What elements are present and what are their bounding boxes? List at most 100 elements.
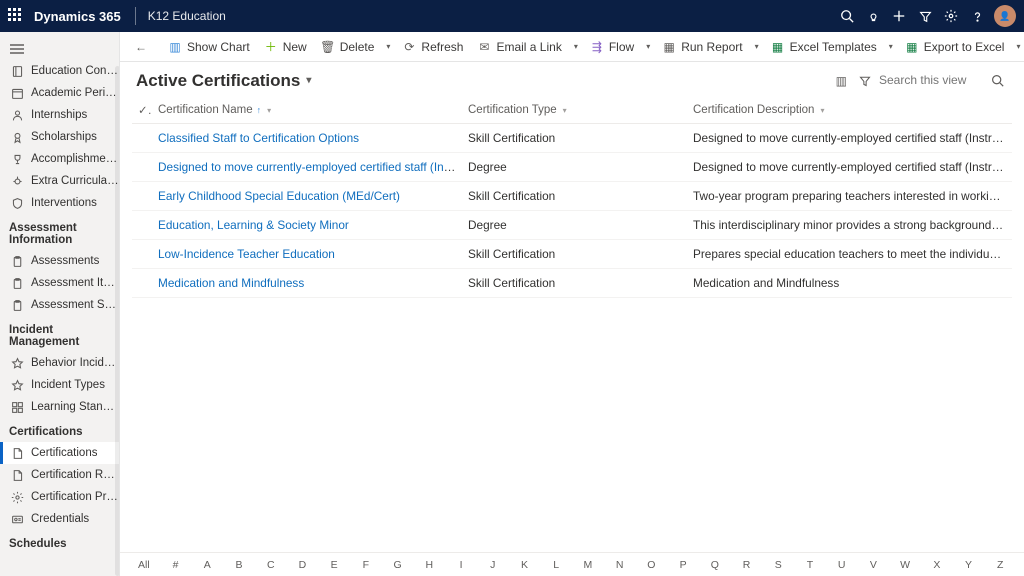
sidebar-item[interactable]: Scholarships: [0, 126, 119, 148]
settings-icon[interactable]: [938, 0, 964, 32]
row-selector[interactable]: [132, 211, 152, 240]
sidebar-item[interactable]: Certification Requ...: [0, 464, 119, 486]
jump-letter[interactable]: T: [794, 559, 826, 571]
jump-letter[interactable]: W: [889, 559, 921, 571]
sidebar-item[interactable]: Learning Standards: [0, 396, 119, 418]
sidebar-item[interactable]: Extra Curricular A...: [0, 170, 119, 192]
jump-letter[interactable]: N: [604, 559, 636, 571]
column-header-desc[interactable]: Certification Description▾: [687, 97, 1012, 124]
sidebar-item[interactable]: Assessments: [0, 250, 119, 272]
run-report-button[interactable]: ▦Run Report: [656, 35, 748, 59]
plus-icon[interactable]: [886, 0, 912, 32]
search-icon[interactable]: [834, 0, 860, 32]
sidebar-item[interactable]: Certification Proc...: [0, 486, 119, 508]
sidebar-item[interactable]: Assessment Scores: [0, 294, 119, 316]
view-selector[interactable]: Active Certifications ▾: [136, 71, 311, 91]
email-link-button[interactable]: ✉Email a Link: [471, 35, 567, 59]
cell-name[interactable]: Education, Learning & Society Minor: [152, 211, 462, 240]
select-all-checkbox[interactable]: ✓: [132, 97, 152, 124]
help-icon[interactable]: [964, 0, 990, 32]
chart-pane-icon[interactable]: ▥: [830, 71, 853, 91]
row-selector[interactable]: [132, 153, 152, 182]
sidebar-item[interactable]: Incident Types: [0, 374, 119, 396]
jump-letter[interactable]: O: [636, 559, 668, 571]
table-row[interactable]: Classified Staff to Certification Option…: [132, 124, 1012, 153]
jump-letter[interactable]: P: [667, 559, 699, 571]
email-chevron-icon[interactable]: ▾: [570, 42, 582, 51]
cell-name[interactable]: Early Childhood Special Education (MEd/C…: [152, 182, 462, 211]
sidebar-item[interactable]: Certifications: [0, 442, 119, 464]
sidebar-item[interactable]: Interventions: [0, 192, 119, 214]
jump-letter[interactable]: A: [191, 559, 223, 571]
flow-chevron-icon[interactable]: ▾: [642, 42, 654, 51]
cell-name[interactable]: Low-Incidence Teacher Education: [152, 240, 462, 269]
cell-name[interactable]: Designed to move currently-employed cert…: [152, 153, 462, 182]
jump-letter[interactable]: G: [382, 559, 414, 571]
jump-letter[interactable]: S: [762, 559, 794, 571]
row-selector[interactable]: [132, 182, 152, 211]
app-launcher-icon[interactable]: [8, 8, 24, 24]
filter-pane-icon[interactable]: [853, 72, 877, 90]
jump-letter[interactable]: All: [128, 559, 160, 571]
sidebar-item[interactable]: Assessment Items: [0, 272, 119, 294]
column-header-name[interactable]: Certification Name↑▾: [152, 97, 462, 124]
user-avatar[interactable]: 👤: [994, 5, 1016, 27]
jump-letter[interactable]: #: [160, 559, 192, 571]
sidebar-item[interactable]: Internships: [0, 104, 119, 126]
excel-tpl-chevron-icon[interactable]: ▾: [885, 42, 897, 51]
jump-letter[interactable]: Y: [953, 559, 985, 571]
sidebar-scrollbar[interactable]: [115, 66, 120, 576]
jump-letter[interactable]: E: [318, 559, 350, 571]
book-icon: [10, 64, 24, 78]
filter-icon[interactable]: [912, 0, 938, 32]
row-selector[interactable]: [132, 124, 152, 153]
jump-letter[interactable]: H: [413, 559, 445, 571]
excel-templates-button[interactable]: ▦Excel Templates: [765, 35, 883, 59]
refresh-button[interactable]: ⟳Refresh: [396, 35, 469, 59]
delete-button[interactable]: 🗑Delete: [315, 35, 381, 59]
jump-letter[interactable]: X: [921, 559, 953, 571]
search-box[interactable]: [877, 70, 1008, 91]
jump-letter[interactable]: D: [287, 559, 319, 571]
jump-letter[interactable]: J: [477, 559, 509, 571]
collapse-sidebar-button[interactable]: [0, 38, 119, 60]
row-selector[interactable]: [132, 269, 152, 298]
table-row[interactable]: Designed to move currently-employed cert…: [132, 153, 1012, 182]
jump-letter[interactable]: Q: [699, 559, 731, 571]
search-icon[interactable]: [991, 74, 1004, 87]
jump-letter[interactable]: L: [540, 559, 572, 571]
jump-letter[interactable]: F: [350, 559, 382, 571]
column-header-type[interactable]: Certification Type▾: [462, 97, 687, 124]
sidebar-item[interactable]: Credentials: [0, 508, 119, 530]
jump-letter[interactable]: K: [509, 559, 541, 571]
jump-letter[interactable]: C: [255, 559, 287, 571]
report-chevron-icon[interactable]: ▾: [751, 42, 763, 51]
jump-letter[interactable]: I: [445, 559, 477, 571]
cell-name[interactable]: Medication and Mindfulness: [152, 269, 462, 298]
export-excel-button[interactable]: ▦Export to Excel: [899, 35, 1011, 59]
table-row[interactable]: Education, Learning & Society MinorDegre…: [132, 211, 1012, 240]
search-input[interactable]: [877, 70, 987, 90]
sidebar-item[interactable]: Accomplishments: [0, 148, 119, 170]
jump-letter[interactable]: M: [572, 559, 604, 571]
cell-name[interactable]: Classified Staff to Certification Option…: [152, 124, 462, 153]
table-row[interactable]: Medication and MindfulnessSkill Certific…: [132, 269, 1012, 298]
jump-letter[interactable]: R: [731, 559, 763, 571]
export-chevron-icon[interactable]: ▾: [1012, 42, 1024, 51]
sidebar-item[interactable]: Behavior Incidents: [0, 352, 119, 374]
table-row[interactable]: Low-Incidence Teacher EducationSkill Cer…: [132, 240, 1012, 269]
sidebar-item[interactable]: Education Contents: [0, 60, 119, 82]
table-row[interactable]: Early Childhood Special Education (MEd/C…: [132, 182, 1012, 211]
lightbulb-icon[interactable]: [860, 0, 886, 32]
show-chart-button[interactable]: ▥Show Chart: [162, 35, 256, 59]
sidebar-item[interactable]: Academic Periods: [0, 82, 119, 104]
jump-letter[interactable]: B: [223, 559, 255, 571]
jump-letter[interactable]: Z: [984, 559, 1016, 571]
jump-letter[interactable]: U: [826, 559, 858, 571]
row-selector[interactable]: [132, 240, 152, 269]
delete-chevron-icon[interactable]: ▾: [382, 42, 394, 51]
jump-letter[interactable]: V: [858, 559, 890, 571]
flow-button[interactable]: ⇶Flow: [584, 35, 640, 59]
back-button[interactable]: ←: [128, 35, 154, 59]
new-button[interactable]: ＋New: [258, 35, 313, 59]
